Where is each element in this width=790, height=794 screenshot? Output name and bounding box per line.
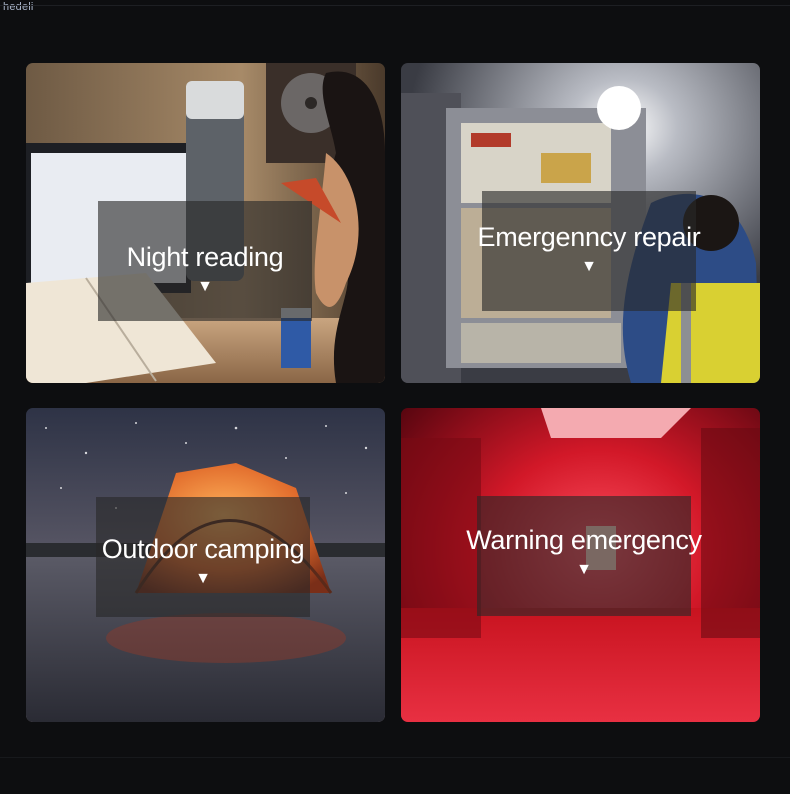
caption-box: Night reading ▼ xyxy=(98,201,312,321)
caption-box: Emergenncy repair ▼ xyxy=(478,191,701,311)
caption-box: Warning emergency ▼ xyxy=(466,496,702,616)
tile-label: Warning emergency xyxy=(466,524,702,555)
down-arrow-icon: ▼ xyxy=(576,560,592,578)
watermark: hedeli xyxy=(3,1,34,13)
caption-box: Outdoor camping ▼ xyxy=(96,497,310,617)
tile-label: Night reading xyxy=(126,241,284,272)
top-divider xyxy=(0,5,790,6)
down-arrow-icon: ▼ xyxy=(581,257,597,275)
tile-night-reading: Night reading ▼ xyxy=(26,63,385,383)
tile-outdoor-camping: Outdoor camping ▼ xyxy=(26,408,385,722)
tile-label: Emergenncy repair xyxy=(477,221,701,252)
down-arrow-icon: ▼ xyxy=(197,277,213,295)
tile-emergency-repair: Emergenncy repair ▼ xyxy=(401,63,760,383)
down-arrow-icon: ▼ xyxy=(195,569,211,587)
tile-warning-emergency: Warning emergency ▼ xyxy=(401,408,760,722)
tile-label: Outdoor camping xyxy=(101,533,305,564)
bottom-divider xyxy=(0,757,790,758)
